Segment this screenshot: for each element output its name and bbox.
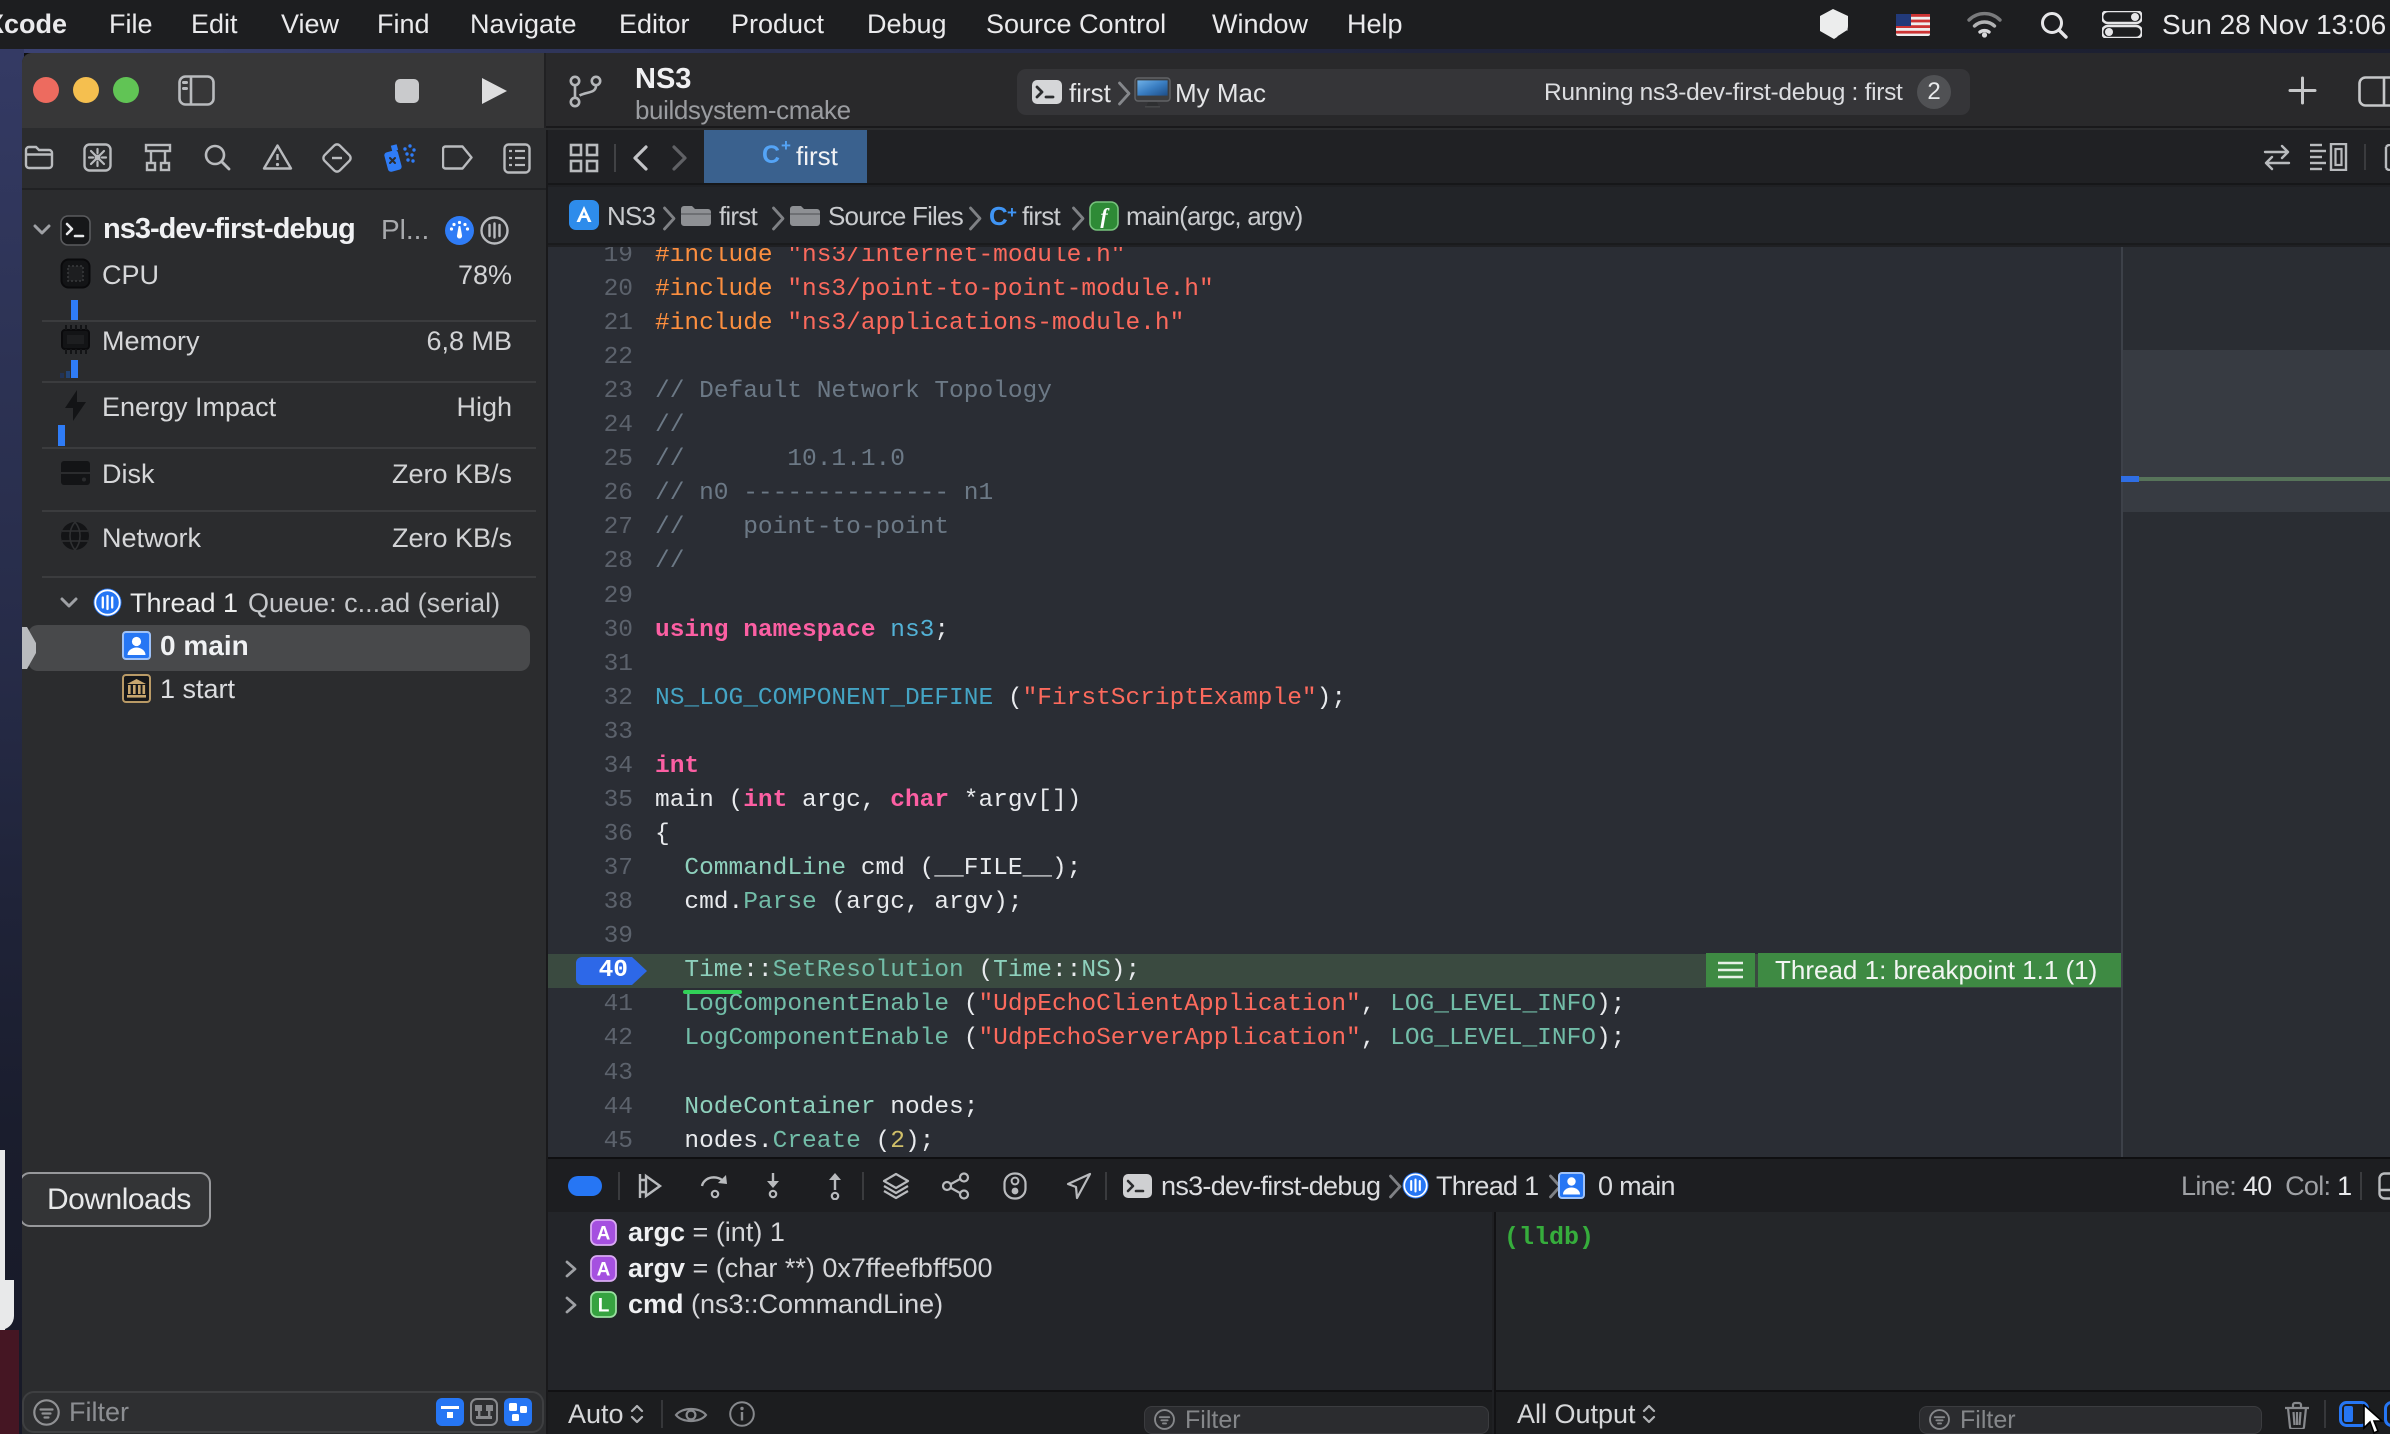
svg-text:A: A <box>597 1224 611 1245</box>
svg-text:L: L <box>598 1296 610 1317</box>
svg-text:A: A <box>597 1260 611 1281</box>
